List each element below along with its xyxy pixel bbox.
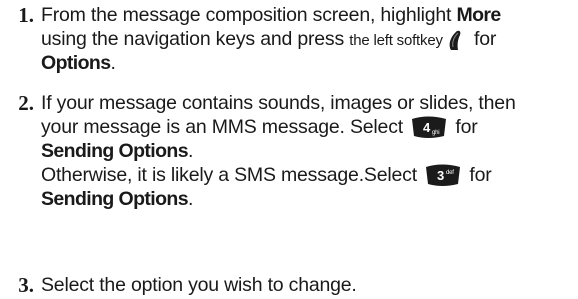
step-text: If your message contains sounds, images … <box>41 92 516 210</box>
menu-term-sending-options: Sending Options <box>41 188 189 210</box>
svg-text:3: 3 <box>437 168 444 183</box>
step-number: 1. <box>18 3 34 27</box>
svg-text:4: 4 <box>423 120 431 135</box>
svg-text:ghi: ghi <box>432 130 439 136</box>
step-text: From the message composition screen, hig… <box>41 4 501 74</box>
menu-term-more: More <box>456 4 501 26</box>
svg-text:def: def <box>446 170 454 176</box>
menu-term-sending-options: Sending Options <box>41 140 189 162</box>
step-text: Select the option you wish to change. <box>41 274 357 296</box>
key-3-def-icon: 3 def <box>424 163 462 193</box>
menu-term-options: Options <box>41 52 111 74</box>
left-softkey-icon <box>445 29 467 57</box>
step-number: 2. <box>18 91 34 115</box>
step-number: 3. <box>18 273 34 297</box>
instruction-list: 1. From the message composition screen, … <box>0 0 578 299</box>
key-4-ghi-icon: 4 ghi <box>410 115 448 145</box>
